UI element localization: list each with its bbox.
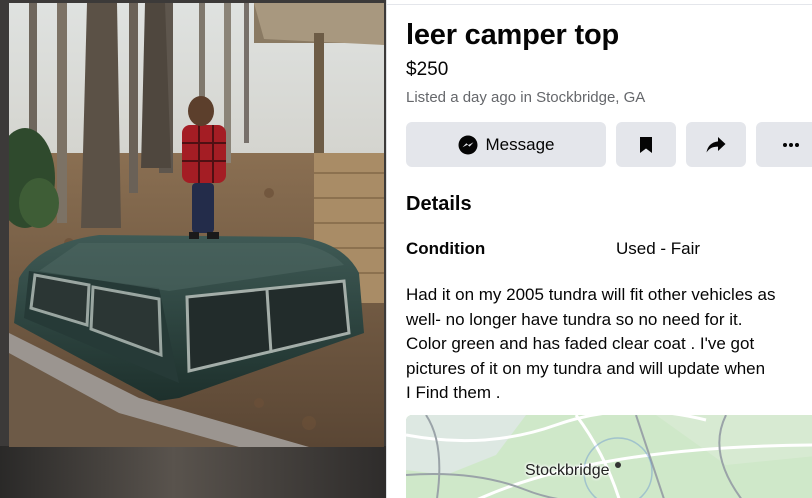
listing-title: leer camper top xyxy=(406,19,619,51)
description-line: Had it on my 2005 tundra will fit other … xyxy=(406,285,776,304)
listing-meta: Listed a day ago in Stockbridge, GA xyxy=(406,89,646,106)
share-button[interactable] xyxy=(686,122,746,167)
message-button[interactable]: Message xyxy=(406,122,606,167)
listing-price: $250 xyxy=(406,59,449,80)
more-options-button[interactable] xyxy=(756,122,812,167)
message-button-label: Message xyxy=(485,134,555,154)
condition-label: Condition xyxy=(406,239,486,258)
listing-description: Had it on my 2005 tundra will fit other … xyxy=(406,283,812,406)
details-heading: Details xyxy=(406,193,472,215)
description-line: pictures of it on my tundra and will upd… xyxy=(406,358,766,378)
map-place-label: Stockbridge xyxy=(525,462,610,479)
share-arrow-icon xyxy=(706,136,726,154)
save-button[interactable] xyxy=(616,122,676,167)
description-line: well- no longer have tundra so no need f… xyxy=(406,309,743,329)
messenger-icon xyxy=(458,135,478,155)
photo-backdrop xyxy=(0,446,386,498)
description-line: I Find them . xyxy=(406,383,501,402)
more-dots-icon xyxy=(782,142,800,148)
bookmark-icon xyxy=(639,136,653,154)
listing-photo[interactable] xyxy=(9,3,384,447)
listing-details-panel: leer camper top $250 Listed a day ago in… xyxy=(387,5,812,498)
location-map[interactable]: Stockbridge xyxy=(406,415,812,498)
condition-value: Used - Fair xyxy=(616,239,701,258)
listing-photo-viewer xyxy=(0,0,386,498)
description-line: Color green and has faded clear coat . I… xyxy=(406,334,755,353)
